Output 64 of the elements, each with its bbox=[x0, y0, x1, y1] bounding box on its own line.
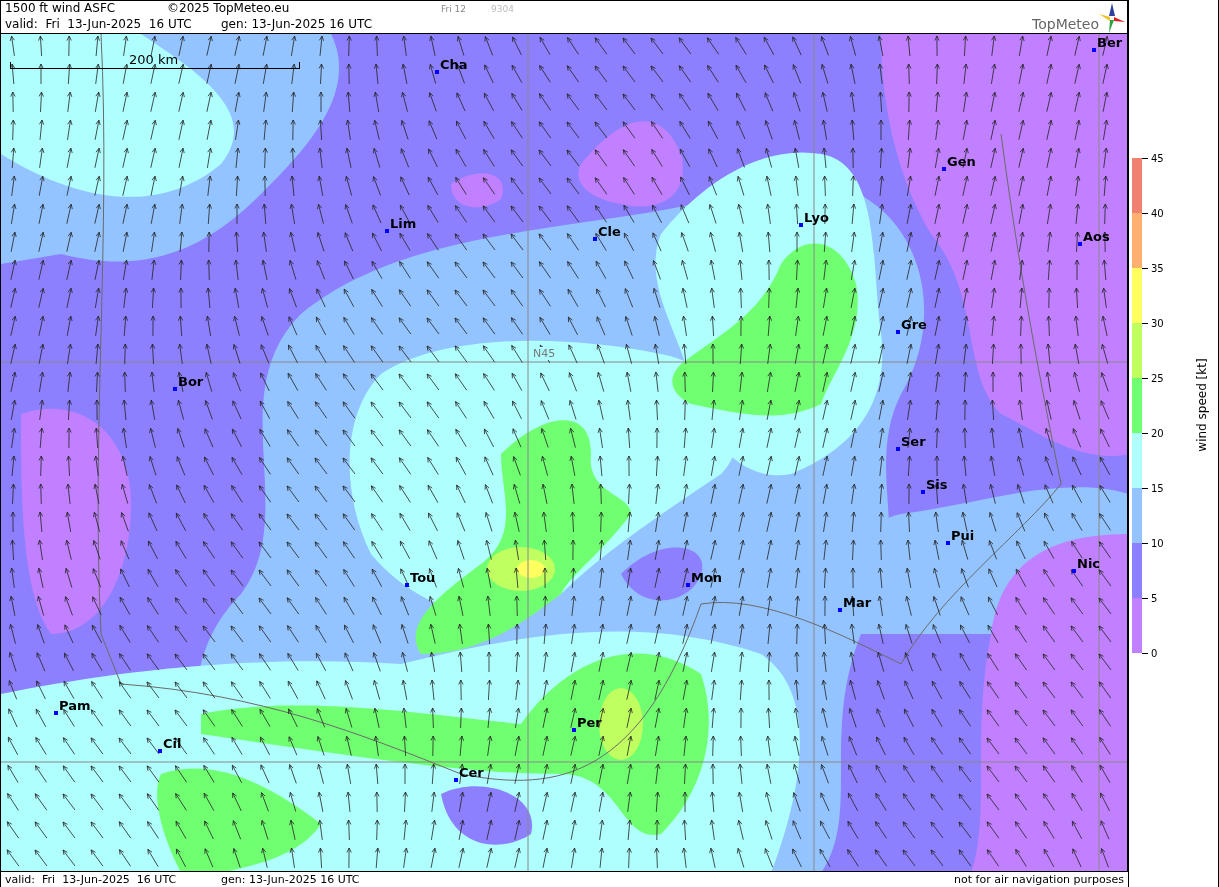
legend-tick-label: 30 bbox=[1151, 317, 1164, 329]
legend-tick-label: 5 bbox=[1151, 592, 1158, 604]
legend-tick-label: 25 bbox=[1151, 372, 1164, 384]
legend-tick-label: 45 bbox=[1151, 152, 1164, 164]
city-marker-icon bbox=[921, 490, 925, 494]
city-marker-icon bbox=[405, 583, 409, 587]
city-marker-icon bbox=[896, 330, 900, 334]
city-label: Gen bbox=[947, 154, 976, 169]
legend-tick-label: 0 bbox=[1151, 647, 1158, 659]
city-label: Ber bbox=[1097, 35, 1123, 50]
legend-tick-label: 10 bbox=[1151, 537, 1164, 549]
city-marker-icon bbox=[1072, 569, 1076, 573]
city-label: Cil bbox=[163, 736, 182, 751]
city-label: Mar bbox=[843, 595, 872, 610]
city-marker-icon bbox=[896, 447, 900, 451]
generated-time: gen: 13-Jun-2025 16 UTC bbox=[221, 873, 360, 886]
compass-star-icon bbox=[1099, 3, 1125, 33]
city-label: Pui bbox=[951, 528, 975, 543]
run-code: 9304 bbox=[491, 4, 514, 14]
city-label: Mon bbox=[691, 570, 723, 585]
legend-tick-label: 35 bbox=[1151, 262, 1164, 274]
city-marker-icon bbox=[435, 70, 439, 74]
city-label: Aos bbox=[1083, 229, 1110, 244]
city-label: Nic bbox=[1077, 556, 1101, 571]
map-title: 1500 ft wind ASFC bbox=[5, 1, 117, 15]
disclaimer-text: not for air navigation purposes bbox=[954, 873, 1125, 886]
legend-tick-label: 15 bbox=[1151, 482, 1164, 494]
generated-time: gen: 13-Jun-2025 16 UTC bbox=[221, 17, 373, 31]
city-label: Sis bbox=[926, 477, 948, 492]
city-marker-icon bbox=[173, 387, 177, 391]
city-label: Per bbox=[577, 715, 602, 730]
scale-label: 200 km bbox=[129, 52, 179, 67]
copyright-text: ©2025 TopMeteo.eu bbox=[167, 1, 291, 15]
city-label: Cha bbox=[440, 57, 468, 72]
city-marker-icon bbox=[838, 608, 842, 612]
city-label: Gre bbox=[901, 317, 927, 332]
city-marker-icon bbox=[1078, 242, 1082, 246]
city-marker-icon bbox=[686, 583, 690, 587]
logo-text: TopMeteo bbox=[1032, 16, 1099, 32]
city-label: Tou bbox=[410, 570, 436, 585]
latitude-label: N45 bbox=[532, 347, 557, 360]
city-label: Pam bbox=[59, 698, 91, 713]
legend-title: wind speed [kt] bbox=[1195, 358, 1209, 452]
legend-tick-label: 40 bbox=[1151, 207, 1164, 219]
city-label: Cer bbox=[459, 765, 484, 780]
city-marker-icon bbox=[54, 711, 58, 715]
city-label: Lyo bbox=[804, 210, 829, 225]
city-marker-icon bbox=[454, 778, 458, 782]
legend-tick-label: 20 bbox=[1151, 427, 1164, 439]
valid-time: valid: Fri 13-Jun-2025 16 UTC bbox=[5, 873, 178, 886]
city-label: Ser bbox=[901, 434, 926, 449]
city-marker-icon bbox=[1092, 48, 1096, 52]
day-label: Fri 12 bbox=[441, 4, 468, 14]
city-marker-icon bbox=[158, 749, 162, 753]
city-marker-icon bbox=[942, 167, 946, 171]
city-marker-icon bbox=[593, 237, 597, 241]
city-label: Cle bbox=[598, 224, 621, 239]
city-marker-icon bbox=[572, 728, 576, 732]
city-marker-icon bbox=[946, 541, 950, 545]
city-label: Lim bbox=[390, 216, 417, 231]
city-label: Bor bbox=[178, 374, 204, 389]
city-marker-icon bbox=[385, 229, 389, 233]
valid-time: valid: Fri 13-Jun-2025 16 UTC bbox=[5, 17, 193, 31]
city-marker-icon bbox=[799, 223, 803, 227]
